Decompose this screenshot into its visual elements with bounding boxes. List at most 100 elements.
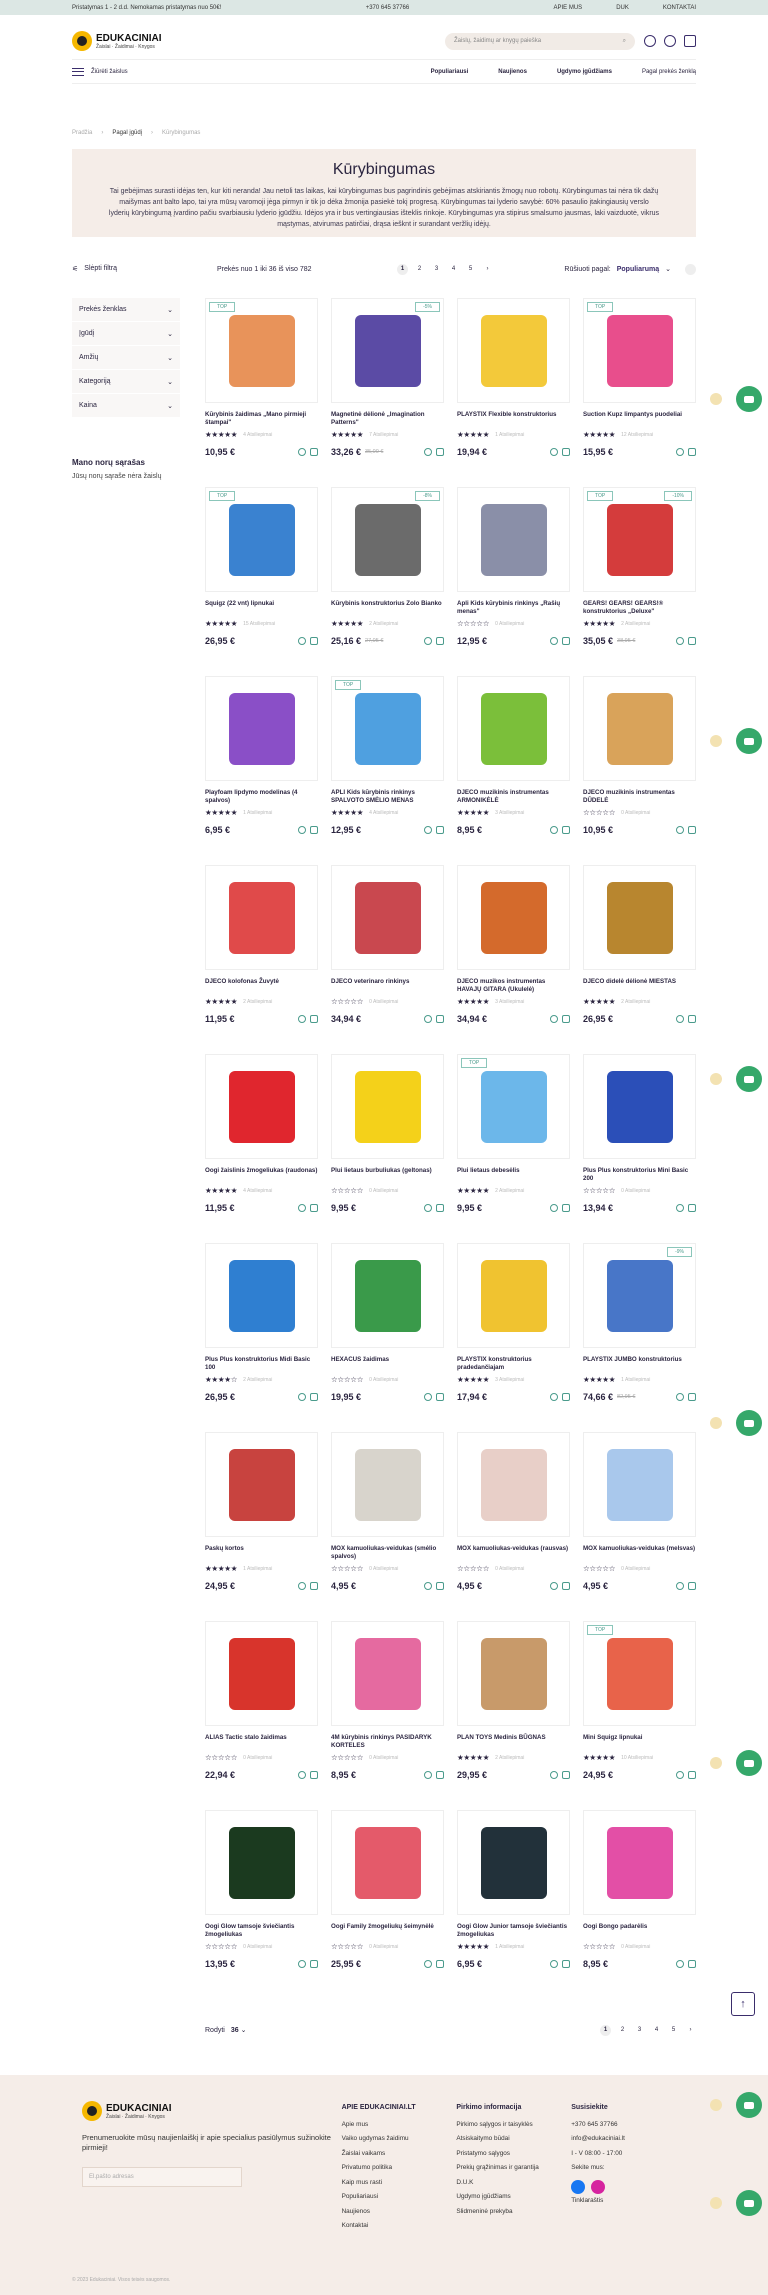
filter-category[interactable]: Kategoriją ⌄ (72, 370, 180, 394)
product-name[interactable]: Apli Kids kūrybinis rinkinys „Rašių mena… (457, 600, 570, 615)
top-link-faq[interactable]: DUK (616, 5, 629, 11)
product-image-box[interactable]: TOP (205, 298, 318, 403)
product-card[interactable]: -9% PLAYSTIX JUMBO konstruktorius ★★★★★ … (583, 1243, 696, 1432)
wishlist-heart-icon[interactable] (298, 1393, 306, 1401)
review-count[interactable]: 2 Atsiliepimai (243, 1377, 272, 1383)
footer-email[interactable]: info@edukaciniai.lt (571, 2132, 686, 2147)
footer-logo[interactable]: EDUKACINIAI Žaislai · Žaidimai · Knygos (82, 2101, 342, 2121)
top-phone[interactable]: +370 645 37766 (366, 5, 410, 11)
footer-link[interactable]: Atsiskaitymo būdai (456, 2132, 571, 2147)
footer-link[interactable]: Kontaktai (342, 2219, 457, 2234)
add-to-cart-icon[interactable] (310, 637, 318, 645)
review-count[interactable]: 1 Atsiliepimai (243, 810, 272, 816)
product-name[interactable]: DJECO muzikos instrumentas HAVAJŲ GITARA… (457, 978, 570, 993)
chat-button[interactable] (736, 386, 762, 412)
product-name[interactable]: MOX kamuoliukas-veidukas (smėlio spalvos… (331, 1545, 444, 1560)
product-card[interactable]: DJECO didelė dėlionė MIESTAS ★★★★★ 2 Ats… (583, 865, 696, 1054)
add-to-cart-icon[interactable] (436, 1960, 444, 1968)
review-count[interactable]: 0 Atsiliepimai (369, 1944, 398, 1950)
cart-icon[interactable] (684, 35, 696, 47)
menu-icon[interactable] (72, 67, 84, 76)
product-image-box[interactable] (583, 865, 696, 970)
product-card[interactable]: Paskų kortos ★★★★★ 1 Atsiliepimai 24,95 … (205, 1432, 318, 1621)
nav-all-toys[interactable]: Žiūrėti žaislus (91, 69, 128, 75)
add-to-cart-icon[interactable] (562, 1582, 570, 1590)
nav-brands[interactable]: Pagal prekės ženklą (642, 69, 696, 75)
product-name[interactable]: Suction Kupz limpantys puodeliai (583, 411, 696, 426)
wishlist-heart-icon[interactable] (676, 448, 684, 456)
product-name[interactable]: Magnetinė dėlionė „Imagination Patterns" (331, 411, 444, 426)
product-image-box[interactable]: TOP (331, 676, 444, 781)
product-name[interactable]: DJECO veterinaro rinkinys (331, 978, 444, 993)
logo[interactable]: EDUKACINIAI Žaislai · Žaidimai · Knygos (72, 31, 162, 51)
review-count[interactable]: 2 Atsiliepimai (243, 999, 272, 1005)
wishlist-heart-icon[interactable] (676, 1393, 684, 1401)
add-to-cart-icon[interactable] (562, 1393, 570, 1401)
top-link-about[interactable]: APIE MUS (554, 5, 583, 11)
scroll-to-top-button[interactable]: ↑ (731, 1992, 755, 2016)
add-to-cart-icon[interactable] (436, 1393, 444, 1401)
review-count[interactable]: 0 Atsiliepimai (495, 1566, 524, 1572)
review-count[interactable]: 3 Atsiliepimai (495, 810, 524, 816)
product-image-box[interactable] (331, 1054, 444, 1159)
wishlist-heart-icon[interactable] (298, 448, 306, 456)
page-3[interactable]: 3 (431, 264, 442, 275)
product-card[interactable]: TOP Kūrybinis žaidimas „Mano pirmieji št… (205, 298, 318, 487)
wishlist-heart-icon[interactable] (424, 1393, 432, 1401)
product-card[interactable]: MOX kamuoliukas-veidukas (smėlio spalvos… (331, 1432, 444, 1621)
wishlist-heart-icon[interactable] (298, 826, 306, 834)
product-image-box[interactable]: TOP (457, 1054, 570, 1159)
footer-link[interactable]: Žaislai vaikams (342, 2147, 457, 2162)
product-card[interactable]: Oogi žaislinis žmogeliukas (raudonas) ★★… (205, 1054, 318, 1243)
add-to-cart-icon[interactable] (688, 1204, 696, 1212)
chat-button[interactable] (736, 728, 762, 754)
product-name[interactable]: PLAYSTIX konstruktorius pradedančiajam (457, 1356, 570, 1371)
product-image-box[interactable] (457, 1432, 570, 1537)
footer-link[interactable]: Populiariausi (342, 2190, 457, 2205)
bee-icon[interactable] (710, 1757, 722, 1769)
product-image-box[interactable] (583, 1810, 696, 1915)
product-image-box[interactable] (457, 1243, 570, 1348)
product-card[interactable]: -8% Kūrybinis konstruktorius Zolo Bianko… (331, 487, 444, 676)
review-count[interactable]: 7 Atsiliepimai (369, 432, 398, 438)
heart-icon[interactable] (644, 35, 656, 47)
wishlist-heart-icon[interactable] (550, 637, 558, 645)
chat-button[interactable] (736, 1066, 762, 1092)
review-count[interactable]: 4 Atsiliepimai (369, 810, 398, 816)
review-count[interactable]: 12 Atsiliepimai (621, 432, 653, 438)
review-count[interactable]: 1 Atsiliepimai (495, 432, 524, 438)
chat-button[interactable] (736, 2190, 762, 2216)
filter-price[interactable]: Kaina ⌄ (72, 394, 180, 418)
product-image-box[interactable] (583, 676, 696, 781)
product-image-box[interactable] (583, 1054, 696, 1159)
wishlist-heart-icon[interactable] (424, 1204, 432, 1212)
wishlist-heart-icon[interactable] (298, 1960, 306, 1968)
product-card[interactable]: Playfoam lipdymo modelinas (4 spalvos) ★… (205, 676, 318, 865)
product-card[interactable]: HEXACUS žaidimas ☆☆☆☆☆ 0 Atsiliepimai 19… (331, 1243, 444, 1432)
add-to-cart-icon[interactable] (562, 1960, 570, 1968)
add-to-cart-icon[interactable] (688, 826, 696, 834)
review-count[interactable]: 10 Atsiliepimai (621, 1755, 653, 1761)
filter-brand[interactable]: Prekės ženklas ⌄ (72, 298, 180, 322)
product-image-box[interactable] (331, 1621, 444, 1726)
product-image-box[interactable] (331, 865, 444, 970)
review-count[interactable]: 3 Atsiliepimai (495, 1377, 524, 1383)
product-image-box[interactable]: -8% (331, 487, 444, 592)
per-page-select[interactable]: Rodyti 36 ⌄ (205, 2026, 246, 2034)
review-count[interactable]: 2 Atsiliepimai (495, 1755, 524, 1761)
review-count[interactable]: 0 Atsiliepimai (243, 1944, 272, 1950)
footer-link[interactable]: Privatumo politika (342, 2161, 457, 2176)
footer-link[interactable]: Naujienos (342, 2205, 457, 2220)
add-to-cart-icon[interactable] (310, 1393, 318, 1401)
add-to-cart-icon[interactable] (310, 448, 318, 456)
nav-skills[interactable]: Ugdymo įgūdžiams (557, 69, 612, 75)
product-name[interactable]: Oogi žaislinis žmogeliukas (raudonas) (205, 1167, 318, 1182)
product-image-box[interactable]: TOP (583, 298, 696, 403)
product-name[interactable]: MOX kamuoliukas-veidukas (rausvas) (457, 1545, 570, 1560)
product-card[interactable]: ALIAS Tactic stalo žaidimas ☆☆☆☆☆ 0 Atsi… (205, 1621, 318, 1810)
footer-phone[interactable]: +370 645 37766 (571, 2118, 686, 2133)
wishlist-heart-icon[interactable] (550, 1582, 558, 1590)
add-to-cart-icon[interactable] (688, 1771, 696, 1779)
add-to-cart-icon[interactable] (436, 1771, 444, 1779)
product-image-box[interactable]: TOP (205, 487, 318, 592)
